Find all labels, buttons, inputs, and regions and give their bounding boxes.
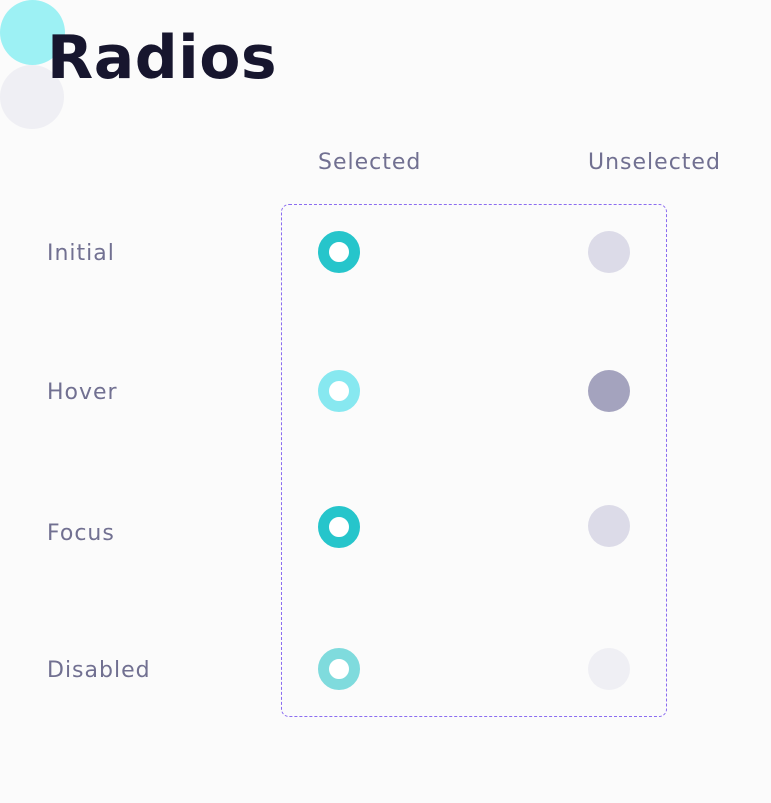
- radios-spec-page: Radios Selected Unselected Initial Hover…: [0, 0, 771, 803]
- row-label-disabled: Disabled: [47, 658, 151, 683]
- radio-selected-hover[interactable]: [318, 370, 360, 412]
- radio-group-outline: [281, 204, 667, 717]
- row-label-hover: Hover: [47, 380, 118, 405]
- radio-unselected-disabled: [588, 648, 630, 690]
- radio-unselected-focus[interactable]: [588, 505, 630, 547]
- radio-unselected-hover[interactable]: [588, 370, 630, 412]
- page-title: Radios: [47, 23, 278, 93]
- radio-selected-focus[interactable]: [318, 506, 360, 548]
- row-label-initial: Initial: [47, 241, 115, 266]
- column-header-selected: Selected: [318, 150, 422, 175]
- radio-selected-disabled: [318, 648, 360, 690]
- column-header-unselected: Unselected: [588, 150, 721, 175]
- radio-unselected-initial[interactable]: [588, 231, 630, 273]
- row-label-focus: Focus: [47, 521, 115, 546]
- radio-selected-initial[interactable]: [318, 231, 360, 273]
